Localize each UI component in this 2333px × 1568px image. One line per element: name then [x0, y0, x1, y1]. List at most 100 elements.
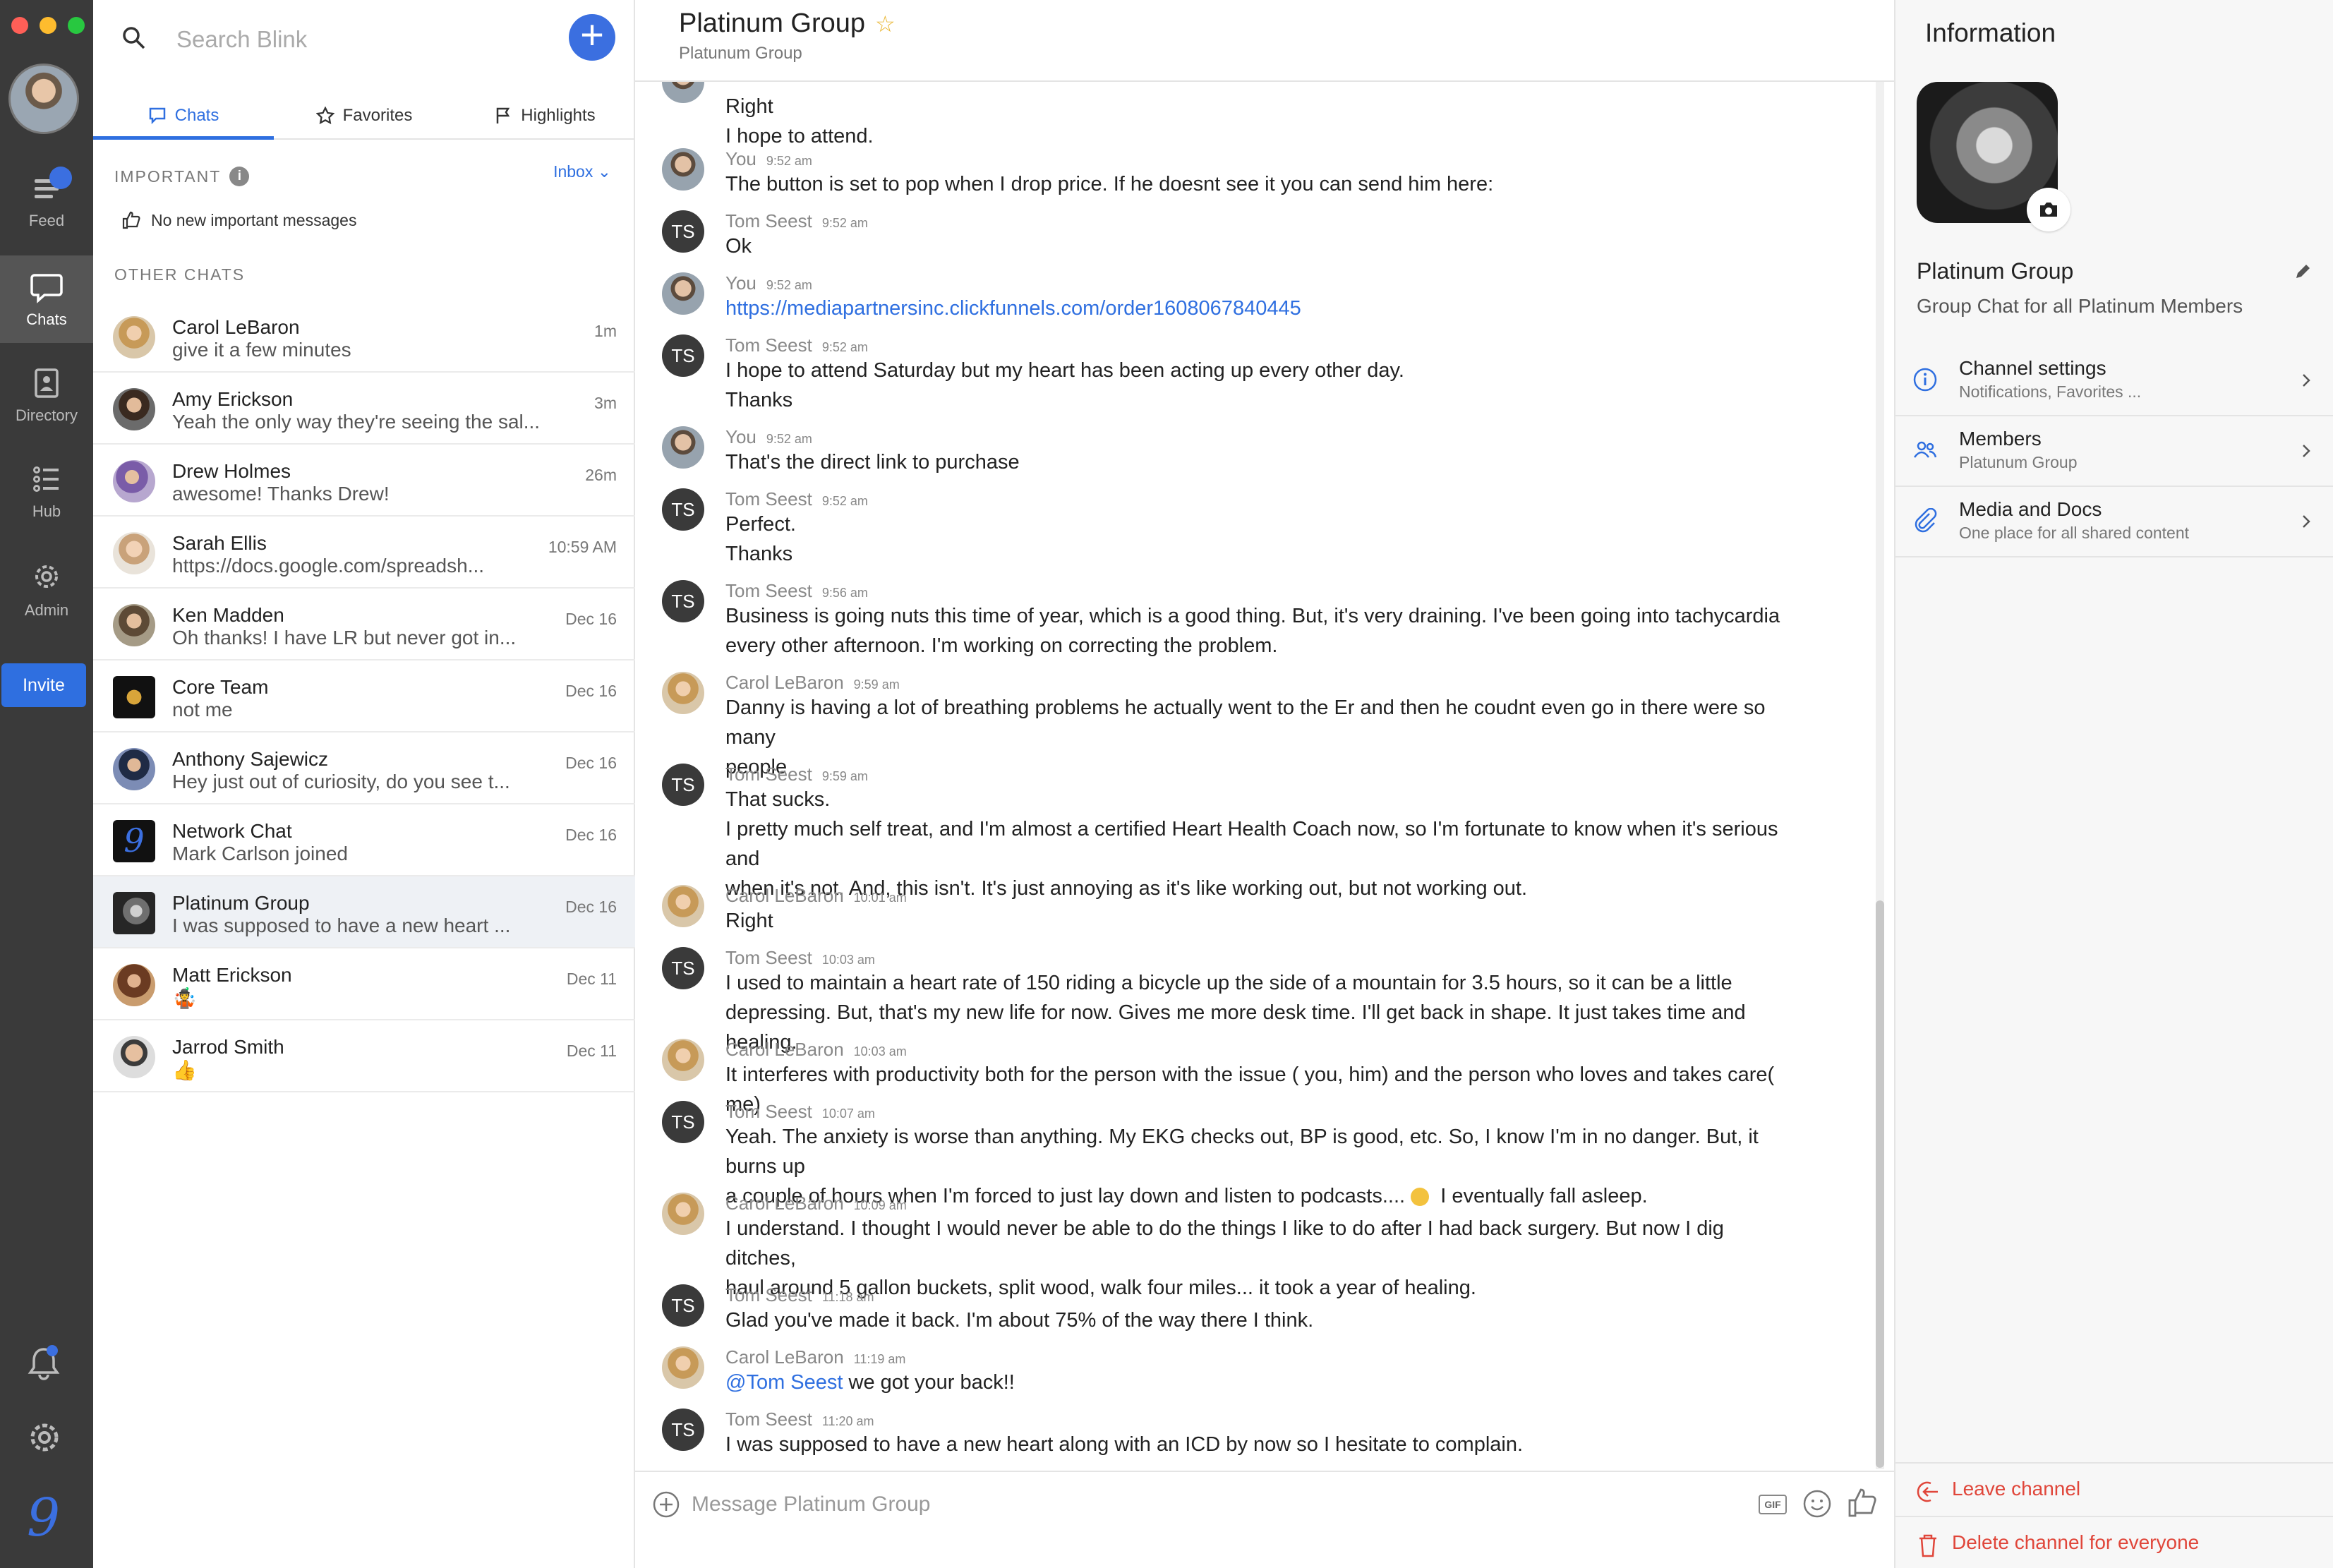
rail-item-hub[interactable]: Hub [0, 447, 93, 535]
emoji-icon[interactable] [1802, 1489, 1832, 1519]
my-avatar[interactable] [8, 64, 79, 134]
members-row[interactable]: Members Platunum Group [1895, 416, 2333, 487]
message-line: every other afternoon. I'm working on co… [725, 634, 1278, 657]
avatar [113, 748, 155, 790]
chat-icon [30, 274, 63, 303]
message-line: It interferes with productivity both for… [725, 1063, 1775, 1116]
search-input[interactable] [176, 20, 515, 59]
feed-unread-badge [49, 167, 72, 189]
minimize-window-button[interactable] [40, 17, 56, 34]
leave-channel-label: Leave channel [1952, 1478, 2081, 1500]
message-body: It interferes with productivity both for… [725, 1060, 1798, 1119]
message-time: 11:18 am [821, 1290, 874, 1304]
inbox-dropdown[interactable]: Inbox ⌄ [553, 162, 611, 181]
thumbs-up-icon [122, 211, 140, 229]
message-header: You 9:52 am [725, 426, 812, 448]
message-author: Tom Seest [725, 580, 812, 601]
group-description: Group Chat for all Platinum Members [1917, 295, 2243, 317]
chat-row-platinum-group[interactable]: Platinum Group I was supposed to have a … [93, 876, 635, 948]
favorite-star-icon[interactable]: ☆ [875, 11, 896, 37]
flag-icon [497, 107, 510, 123]
avatar: TS [662, 1284, 704, 1327]
avatar [113, 964, 155, 1006]
gear-icon[interactable] [25, 1418, 64, 1457]
chat-name: Carol LeBaron [172, 316, 300, 338]
message-header: Tom Seest 9:59 am [725, 764, 868, 785]
mention-link[interactable]: @Tom Seest [725, 1371, 843, 1394]
search-icon [123, 27, 145, 49]
gif-button[interactable]: GIF [1759, 1495, 1787, 1514]
thumbs-up-icon[interactable] [1846, 1486, 1879, 1519]
chat-row-amy-erickson[interactable]: Amy Erickson Yeah the only way they're s… [93, 373, 635, 445]
avatar [113, 460, 155, 502]
chat-row-matt-erickson[interactable]: Matt Erickson 🤹 Dec 11 [93, 948, 635, 1020]
message-line: Thanks [725, 543, 793, 565]
inbox-label: Inbox [553, 162, 593, 181]
avatar [662, 82, 704, 103]
message-author: You [725, 272, 756, 294]
message-time: 9:52 am [766, 432, 812, 446]
chat-row-drew-holmes[interactable]: Drew Holmes awesome! Thanks Drew! 26m [93, 445, 635, 517]
tab-highlights[interactable]: Highlights [454, 93, 635, 138]
message-time: 9:52 am [821, 494, 868, 508]
chat-row-sarah-ellis[interactable]: Sarah Ellis https://docs.google.com/spre… [93, 517, 635, 589]
chat-time: Dec 16 [565, 754, 617, 772]
avatar: TS [662, 210, 704, 253]
message-time: 10:07 am [821, 1106, 875, 1121]
rail-item-directory[interactable]: Directory [0, 351, 93, 439]
message-header: Carol LeBaron 11:19 am [725, 1346, 905, 1368]
new-chat-button[interactable]: + [569, 14, 615, 61]
chat-row-ken-madden[interactable]: Ken Madden Oh thanks! I have LR but neve… [93, 589, 635, 661]
close-window-button[interactable] [11, 17, 28, 34]
tab-label-favorites: Favorites [342, 106, 413, 125]
chat-row-jarrod-smith[interactable]: Jarrod Smith 👍 Dec 11 [93, 1020, 635, 1092]
tab-favorites[interactable]: Favorites [274, 93, 454, 138]
channel-settings-row[interactable]: Channel settings Notifications, Favorite… [1895, 346, 2333, 416]
add-attachment-icon[interactable] [652, 1490, 680, 1519]
message-scrollbar[interactable] [1876, 900, 1884, 1468]
rail-item-admin[interactable]: Admin [0, 543, 93, 631]
invite-button[interactable]: Invite [1, 663, 86, 707]
tab-label-highlights: Highlights [521, 106, 596, 125]
rail-item-chats[interactable]: Chats [0, 255, 93, 343]
message-author: You [725, 148, 756, 169]
important-section-header: IMPORTANT i [114, 167, 250, 186]
message-header: Tom Seest 11:18 am [725, 1284, 874, 1306]
chat-row-network-chat[interactable]: 9 Network Chat Mark Carlson joined Dec 1… [93, 804, 635, 876]
zoom-window-button[interactable] [68, 17, 85, 34]
message-line: I hope to attend. [725, 125, 874, 147]
rail-label-hub: Hub [32, 502, 61, 520]
message-body: Glad you've made it back. I'm about 75% … [725, 1305, 1798, 1335]
message-line: I hope to attend Saturday but my heart h… [725, 359, 1404, 382]
info-icon[interactable]: i [229, 167, 250, 186]
rail-label-feed: Feed [28, 212, 65, 229]
message-line: Right [725, 95, 773, 118]
chat-name: Sarah Ellis [172, 532, 267, 554]
chat-list: Carol LeBaron give it a few minutes 1m A… [93, 301, 635, 1092]
info-settings-list: Channel settings Notifications, Favorite… [1895, 346, 2333, 557]
message-line: Right [725, 910, 773, 932]
delete-channel-button[interactable]: Delete channel for everyone [1895, 1516, 2333, 1568]
chat-row-anthony-sajewicz[interactable]: Anthony Sajewicz Hey just out of curiosi… [93, 732, 635, 804]
message-link[interactable]: https://mediapartnersinc.clickfunnels.co… [725, 294, 1798, 323]
rail-item-feed[interactable]: Feed [0, 157, 93, 244]
chat-row-core-team[interactable]: Core Team not me Dec 16 [93, 661, 635, 732]
pencil-icon[interactable] [2293, 263, 2312, 281]
change-photo-button[interactable] [2027, 188, 2070, 231]
chat-row-carol-lebaron[interactable]: Carol LeBaron give it a few minutes 1m [93, 301, 635, 373]
app-rail: Feed Chats Directory Hub Admin Invite 9 [0, 0, 93, 1568]
tab-chats[interactable]: Chats [93, 93, 274, 140]
avatar [662, 672, 704, 714]
no-important-messages: No new important messages [121, 210, 356, 230]
media-and-docs-row[interactable]: Media and Docs One place for all shared … [1895, 487, 2333, 557]
message-line: people [725, 756, 788, 778]
message-line: That's the direct link to purchase [725, 451, 1020, 474]
group-name: Platinum Group [1917, 258, 2074, 284]
leave-channel-button[interactable]: Leave channel [1895, 1462, 2333, 1516]
message-input[interactable] [692, 1485, 1609, 1524]
message-line: I understand. I thought I would never be… [725, 1217, 1724, 1270]
message-body: Right [725, 906, 1798, 936]
message-author: Carol LeBaron [725, 1193, 844, 1214]
tab-label-chats: Chats [174, 106, 219, 125]
message-line: Ok [725, 235, 752, 258]
